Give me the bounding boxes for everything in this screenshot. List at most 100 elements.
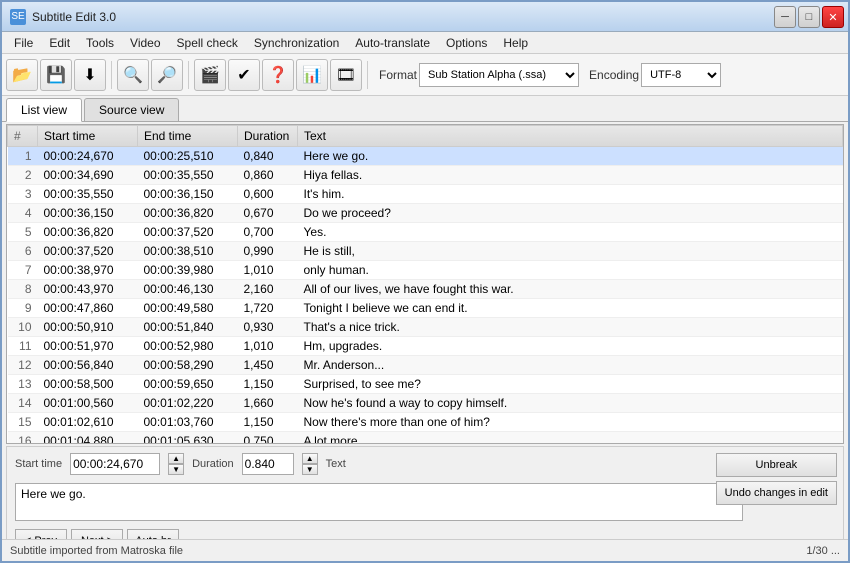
start-time-up[interactable]: ▲ (168, 453, 184, 464)
menu-item-edit[interactable]: Edit (41, 34, 78, 52)
cell-num: 11 (8, 337, 38, 356)
tab-source-view[interactable]: Source view (84, 98, 179, 121)
cell-end: 00:00:25,510 (138, 147, 238, 166)
cell-num: 10 (8, 318, 38, 337)
cell-start: 00:00:47,860 (38, 299, 138, 318)
table-row[interactable]: 12 00:00:56,840 00:00:58,290 1,450 Mr. A… (8, 356, 843, 375)
table-row[interactable]: 5 00:00:36,820 00:00:37,520 0,700 Yes. (8, 223, 843, 242)
format-select[interactable]: Sub Station Alpha (.ssa) SubRip (.srt) W… (419, 63, 579, 87)
cell-num: 14 (8, 394, 38, 413)
cell-dur: 1,450 (238, 356, 298, 375)
cell-start: 00:01:04,880 (38, 432, 138, 445)
duration-down[interactable]: ▼ (302, 464, 318, 475)
download-button[interactable]: ⬇ (74, 59, 106, 91)
window-controls: ─ □ ✕ (774, 6, 844, 28)
cell-text: That's a nice trick. (298, 318, 843, 337)
save-button[interactable]: 💾 (40, 59, 72, 91)
menu-item-synchronization[interactable]: Synchronization (246, 34, 347, 52)
title-icon: SE (10, 9, 26, 25)
col-header-num: # (8, 126, 38, 147)
start-time-spinner[interactable]: ▲ ▼ (168, 453, 184, 475)
start-time-down[interactable]: ▼ (168, 464, 184, 475)
menu-item-help[interactable]: Help (495, 34, 536, 52)
cell-num: 6 (8, 242, 38, 261)
cell-num: 3 (8, 185, 38, 204)
cell-end: 00:00:46,130 (138, 280, 238, 299)
cell-dur: 0,990 (238, 242, 298, 261)
table-row[interactable]: 1 00:00:24,670 00:00:25,510 0,840 Here w… (8, 147, 843, 166)
duration-label: Duration (192, 458, 234, 470)
cell-text: He is still, (298, 242, 843, 261)
cell-end: 00:00:38,510 (138, 242, 238, 261)
cell-end: 00:01:02,220 (138, 394, 238, 413)
menu-item-spell-check[interactable]: Spell check (169, 34, 246, 52)
cell-start: 00:00:56,840 (38, 356, 138, 375)
table-row[interactable]: 3 00:00:35,550 00:00:36,150 0,600 It's h… (8, 185, 843, 204)
cell-end: 00:00:58,290 (138, 356, 238, 375)
table-row[interactable]: 10 00:00:50,910 00:00:51,840 0,930 That'… (8, 318, 843, 337)
menu-item-options[interactable]: Options (438, 34, 495, 52)
unbreak-button[interactable]: Unbreak (716, 453, 837, 477)
menu-item-video[interactable]: Video (122, 34, 168, 52)
start-time-input[interactable] (70, 453, 160, 475)
cell-dur: 0,750 (238, 432, 298, 445)
cell-text: Now he's found a way to copy himself. (298, 394, 843, 413)
menu-bar: FileEditToolsVideoSpell checkSynchroniza… (2, 32, 848, 54)
table-row[interactable]: 9 00:00:47,860 00:00:49,580 1,720 Tonigh… (8, 299, 843, 318)
status-right: 1/30 ... (806, 545, 840, 557)
cell-end: 00:00:51,840 (138, 318, 238, 337)
table-row[interactable]: 13 00:00:58,500 00:00:59,650 1,150 Surpr… (8, 375, 843, 394)
cell-text: Here we go. (298, 147, 843, 166)
encoding-select[interactable]: UTF-8 UTF-16 ANSI (641, 63, 721, 87)
close-button[interactable]: ✕ (822, 6, 844, 28)
text-input[interactable] (15, 483, 743, 521)
menu-item-auto-translate[interactable]: Auto-translate (347, 34, 438, 52)
cell-end: 00:00:37,520 (138, 223, 238, 242)
menu-item-file[interactable]: File (6, 34, 41, 52)
cell-num: 8 (8, 280, 38, 299)
duration-spinner[interactable]: ▲ ▼ (302, 453, 318, 475)
cell-end: 00:00:35,550 (138, 166, 238, 185)
duration-up[interactable]: ▲ (302, 453, 318, 464)
film-button[interactable]: 🎞 (330, 59, 362, 91)
cell-end: 00:00:36,150 (138, 185, 238, 204)
table-row[interactable]: 7 00:00:38,970 00:00:39,980 1,010 only h… (8, 261, 843, 280)
action-buttons: Unbreak Undo changes in edit (716, 453, 837, 505)
cell-start: 00:00:34,690 (38, 166, 138, 185)
table-row[interactable]: 2 00:00:34,690 00:00:35,550 0,860 Hiya f… (8, 166, 843, 185)
wave-button[interactable]: 📊 (296, 59, 328, 91)
table-row[interactable]: 8 00:00:43,970 00:00:46,130 2,160 All of… (8, 280, 843, 299)
cell-dur: 2,160 (238, 280, 298, 299)
cell-num: 16 (8, 432, 38, 445)
menu-item-tools[interactable]: Tools (78, 34, 122, 52)
open-button[interactable]: 📂 (6, 59, 38, 91)
title-text: Subtitle Edit 3.0 (32, 10, 116, 24)
search-button[interactable]: 🔍 (117, 59, 149, 91)
table-row[interactable]: 11 00:00:51,970 00:00:52,980 1,010 Hm, u… (8, 337, 843, 356)
separator-3 (367, 61, 368, 89)
minimize-button[interactable]: ─ (774, 6, 796, 28)
cell-end: 00:00:36,820 (138, 204, 238, 223)
cell-start: 00:00:58,500 (38, 375, 138, 394)
check-button[interactable]: ✔ (228, 59, 260, 91)
title-bar: SE Subtitle Edit 3.0 ─ □ ✕ (2, 2, 848, 32)
cell-text: Now there's more than one of him? (298, 413, 843, 432)
cell-num: 13 (8, 375, 38, 394)
cell-end: 00:00:59,650 (138, 375, 238, 394)
cell-num: 12 (8, 356, 38, 375)
maximize-button[interactable]: □ (798, 6, 820, 28)
cell-text: Yes. (298, 223, 843, 242)
table-row[interactable]: 14 00:01:00,560 00:01:02,220 1,660 Now h… (8, 394, 843, 413)
table-row[interactable]: 6 00:00:37,520 00:00:38,510 0,990 He is … (8, 242, 843, 261)
table-row[interactable]: 15 00:01:02,610 00:01:03,760 1,150 Now t… (8, 413, 843, 432)
table-row[interactable]: 16 00:01:04,880 00:01:05,630 0,750 A lot… (8, 432, 843, 445)
undo-changes-button[interactable]: Undo changes in edit (716, 481, 837, 505)
cell-dur: 1,010 (238, 337, 298, 356)
duration-input[interactable] (242, 453, 294, 475)
cell-dur: 1,010 (238, 261, 298, 280)
tab-list-view[interactable]: List view (6, 98, 82, 122)
search-replace-button[interactable]: 🔎 (151, 59, 183, 91)
help-button[interactable]: ❓ (262, 59, 294, 91)
table-row[interactable]: 4 00:00:36,150 00:00:36,820 0,670 Do we … (8, 204, 843, 223)
video-button[interactable]: 🎬 (194, 59, 226, 91)
